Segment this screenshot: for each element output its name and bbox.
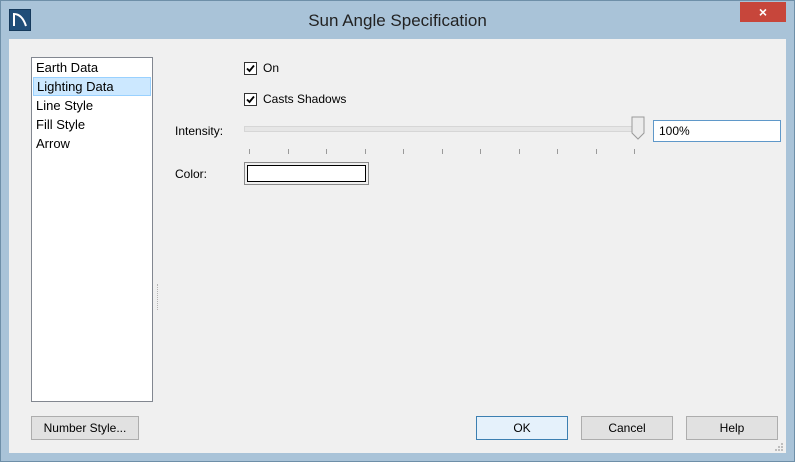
resize-grip-icon[interactable]: [774, 441, 784, 451]
checkmark-icon: [246, 64, 255, 72]
casts-shadows-checkbox[interactable]: [244, 92, 257, 106]
slider-tick: [518, 149, 520, 154]
intensity-slider-track[interactable]: [244, 126, 641, 132]
list-item-lighting-data[interactable]: Lighting Data: [33, 77, 151, 96]
list-item-line-style[interactable]: Line Style: [32, 96, 152, 115]
on-label: On: [263, 61, 280, 75]
color-button[interactable]: [244, 162, 369, 185]
list-item-arrow[interactable]: Arrow: [32, 134, 152, 153]
casts-shadows-checkbox-row[interactable]: Casts Shadows: [244, 92, 346, 106]
dialog-body: Earth Data Lighting Data Line Style Fill…: [9, 39, 786, 453]
ok-button[interactable]: OK: [476, 416, 568, 440]
intensity-input[interactable]: 100%: [653, 120, 781, 142]
on-checkbox-row[interactable]: On: [244, 61, 279, 75]
slider-tick: [249, 149, 250, 154]
checkmark-icon: [246, 95, 255, 103]
close-icon: ×: [758, 4, 768, 20]
slider-tick: [557, 149, 558, 154]
number-style-button[interactable]: Number Style...: [31, 416, 139, 440]
on-checkbox[interactable]: [244, 61, 257, 75]
title-bar[interactable]: Sun Angle Specification ×: [1, 1, 794, 39]
cancel-button[interactable]: Cancel: [581, 416, 673, 440]
panel-splitter[interactable]: [157, 284, 160, 310]
slider-tick: [595, 149, 597, 154]
intensity-slider-thumb[interactable]: [631, 116, 645, 140]
slider-tick: [480, 149, 481, 154]
slider-tick: [287, 149, 289, 154]
color-swatch: [247, 165, 366, 182]
casts-shadows-label: Casts Shadows: [263, 92, 347, 106]
list-item-earth-data[interactable]: Earth Data: [32, 58, 152, 77]
slider-tick: [441, 149, 443, 154]
close-button[interactable]: ×: [740, 2, 786, 22]
slider-tick: [326, 149, 327, 154]
list-item-fill-style[interactable]: Fill Style: [32, 115, 152, 134]
slider-tick: [634, 149, 635, 154]
help-button[interactable]: Help: [686, 416, 778, 440]
intensity-label: Intensity:: [175, 124, 224, 138]
window-title: Sun Angle Specification: [308, 11, 487, 30]
category-list[interactable]: Earth Data Lighting Data Line Style Fill…: [31, 57, 153, 402]
dialog-window: Sun Angle Specification × Earth Data Lig…: [0, 0, 795, 462]
color-label: Color:: [175, 167, 208, 181]
slider-tick: [403, 149, 404, 154]
slider-tick: [364, 149, 366, 154]
